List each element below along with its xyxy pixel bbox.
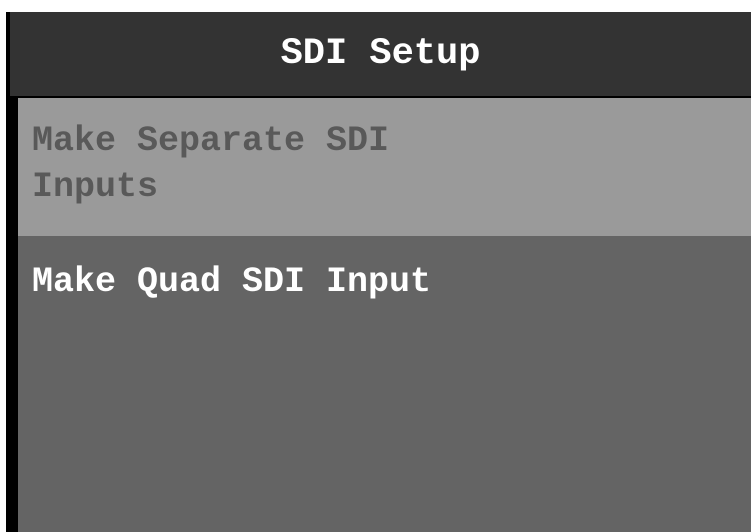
menu-list: Make Separate SDI Inputs Make Quad SDI I… bbox=[18, 98, 751, 532]
menu-item-make-quad-sdi-input[interactable]: Make Quad SDI Input bbox=[18, 236, 751, 316]
menu-item-label-line-1: Make Separate SDI bbox=[32, 121, 390, 161]
page-title-text: SDI Setup bbox=[280, 33, 481, 75]
menu-item-label-line-2: Inputs bbox=[32, 167, 159, 207]
page-title: SDI Setup bbox=[10, 12, 751, 96]
menu-item-make-separate-sdi-inputs[interactable]: Make Separate SDI Inputs bbox=[18, 98, 751, 236]
device-frame: SDI Setup Make Separate SDI Inputs Make … bbox=[0, 0, 751, 532]
menu-item-label: Make Quad SDI Input bbox=[32, 262, 432, 302]
device-screen: SDI Setup Make Separate SDI Inputs Make … bbox=[6, 12, 751, 532]
